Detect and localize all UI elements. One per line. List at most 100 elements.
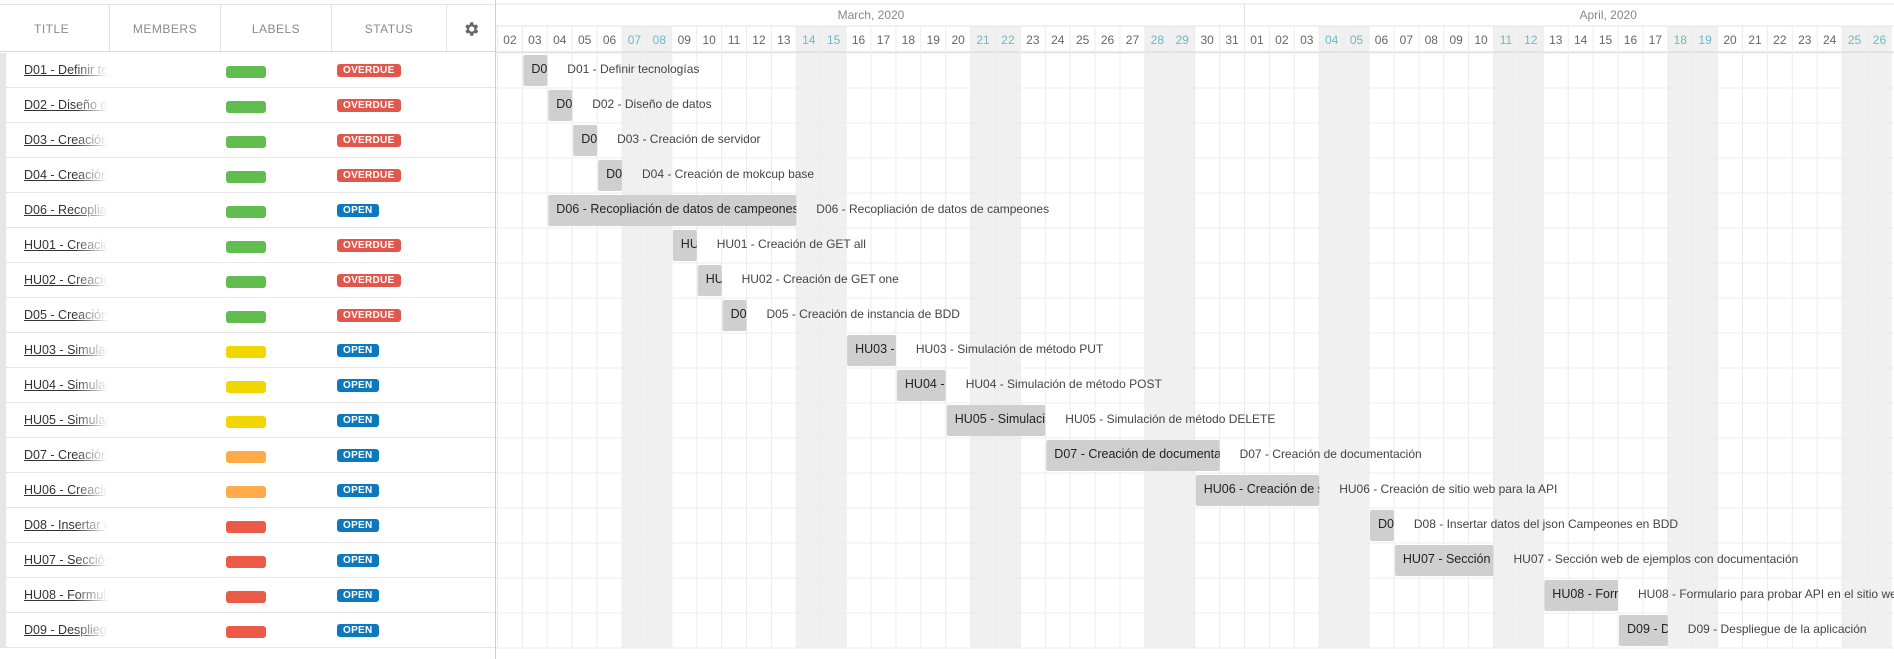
label-chip-green[interactable] [226,66,266,78]
label-chip-orange[interactable] [226,486,266,498]
task-title-link[interactable]: D08 - Insertar datos del json Campeones … [24,518,108,532]
label-chip-yellow[interactable] [226,381,266,393]
column-header-title[interactable]: TITLE [0,5,110,53]
label-chip-orange[interactable] [226,451,266,463]
row-handle[interactable] [0,403,6,438]
task-row[interactable]: D05 - Creación de instancia de BDD OVERDU… [0,298,495,333]
day-label: 17 [1649,33,1663,47]
task-row[interactable]: D09 - Despliegue de la aplicación OPEN [0,613,495,648]
label-chip-red[interactable] [226,521,266,533]
row-handle[interactable] [0,613,6,648]
task-row[interactable]: HU05 - Simulación de método DELETE OPEN [0,403,495,438]
row-handle[interactable] [0,473,6,508]
weekend-column [821,26,847,648]
task-bar-label: HU0 [681,237,706,251]
label-chip-green[interactable] [226,171,266,183]
task-bar-label: D06 - Recopliación de datos de campeones [556,202,799,216]
row-handle[interactable] [0,88,6,123]
task-title-link[interactable]: D09 - Despliegue de la aplicación [24,623,108,637]
task-row[interactable]: HU01 - Creación de GET all OVERDUE [0,228,495,263]
gantt-chart: March, 2020 April, 2020 02 03 04 05 06 07 08 09 10… [496,0,1894,659]
task-title-link[interactable]: D06 - Recopliación de datos de campeones [24,203,108,217]
task-title-link[interactable]: D01 - Definir tecnologías [24,63,108,77]
task-row[interactable]: D01 - Definir tecnologías OVERDUE [0,53,495,88]
weekend-column [995,26,1021,648]
task-title-link[interactable]: HU03 - Simulación de método PUT [24,343,108,357]
label-chip-red[interactable] [226,591,266,603]
row-handle[interactable] [0,123,6,158]
day-label: 12 [1524,33,1538,47]
task-title-link[interactable]: HU04 - Simulación de método POST [24,378,108,392]
task-caption: HU02 - Creación de GET one [742,272,900,286]
task-title-link[interactable]: HU07 - Sección web de ejemplos con docum… [24,553,108,567]
row-handle[interactable] [0,53,6,88]
day-label: 11 [728,33,741,47]
task-bar-label: HU08 - Formu [1552,587,1631,601]
row-handle[interactable] [0,543,6,578]
day-label: 15 [1599,33,1613,47]
weekend-column [1842,26,1867,648]
task-row[interactable]: D04 - Creación de mokcup base OVERDUE [0,158,495,193]
day-label: 02 [1275,33,1289,47]
label-chip-green[interactable] [226,276,266,288]
task-title-link[interactable]: D07 - Creación de documentación [24,448,108,462]
row-handle[interactable] [0,228,6,263]
column-header-labels[interactable]: LABELS [221,5,332,53]
settings-button[interactable] [447,5,495,53]
weekend-column [1867,26,1892,648]
row-handle[interactable] [0,298,6,333]
label-chip-yellow[interactable] [226,346,266,358]
label-chip-green[interactable] [226,311,266,323]
task-row[interactable]: HU06 - Creación de sitio web para la API… [0,473,495,508]
status-badge: OPEN [337,519,379,532]
task-row[interactable]: D07 - Creación de documentación OPEN [0,438,495,473]
label-chip-yellow[interactable] [226,416,266,428]
row-handle[interactable] [0,263,6,298]
label-chip-green[interactable] [226,101,266,113]
task-bar-label: D07 - Creación de documentació [1054,447,1237,461]
task-title-link[interactable]: D03 - Creación de servidor [24,133,108,147]
row-handle[interactable] [0,438,6,473]
column-header-members[interactable]: MEMBERS [110,5,221,53]
task-row[interactable]: D03 - Creación de servidor OVERDUE [0,123,495,158]
day-label: 22 [1001,33,1015,47]
row-handle[interactable] [0,193,6,228]
task-row[interactable]: D08 - Insertar datos del json Campeones … [0,508,495,543]
task-title-link[interactable]: HU05 - Simulación de método DELETE [24,413,108,427]
row-handle[interactable] [0,368,6,403]
task-title-link[interactable]: D02 - Diseño de datos [24,98,108,112]
status-badge: OPEN [337,379,379,392]
label-chip-red[interactable] [226,626,266,638]
task-title-link[interactable]: HU02 - Creación de GET one [24,273,108,287]
task-row[interactable]: HU08 - Formulario para probar API en el … [0,578,495,613]
day-label: 11 [1500,33,1513,47]
weekend-column [1169,26,1195,648]
task-bar-label: HU04 - S [905,377,956,391]
row-handle[interactable] [0,333,6,368]
label-chip-red[interactable] [226,556,266,568]
task-row[interactable]: HU04 - Simulación de método POST OPEN [0,368,495,403]
day-label: 17 [877,33,891,47]
task-row[interactable]: HU02 - Creación de GET one OVERDUE [0,263,495,298]
status-badge: OPEN [337,204,379,217]
day-label: 26 [1101,33,1115,47]
task-row[interactable]: HU03 - Simulación de método PUT OPEN [0,333,495,368]
row-handle[interactable] [0,578,6,613]
status-badge: OVERDUE [337,134,401,147]
task-title-link[interactable]: HU08 - Formulario para probar API en el … [24,588,108,602]
day-label: 06 [1375,33,1389,47]
task-row[interactable]: HU07 - Sección web de ejemplos con docum… [0,543,495,578]
row-handle[interactable] [0,508,6,543]
label-chip-green[interactable] [226,241,266,253]
task-row[interactable]: D06 - Recopliación de datos de campeones… [0,193,495,228]
task-title-link[interactable]: HU01 - Creación de GET all [24,238,108,252]
status-badge: OVERDUE [337,99,401,112]
label-chip-green[interactable] [226,136,266,148]
column-header-status[interactable]: STATUS [332,5,447,53]
task-row[interactable]: D02 - Diseño de datos OVERDUE [0,88,495,123]
row-handle[interactable] [0,158,6,193]
task-title-link[interactable]: D04 - Creación de mokcup base [24,168,108,182]
task-title-link[interactable]: HU06 - Creación de sitio web para la API [24,483,108,497]
task-title-link[interactable]: D05 - Creación de instancia de BDD [24,308,108,322]
label-chip-green[interactable] [226,206,266,218]
